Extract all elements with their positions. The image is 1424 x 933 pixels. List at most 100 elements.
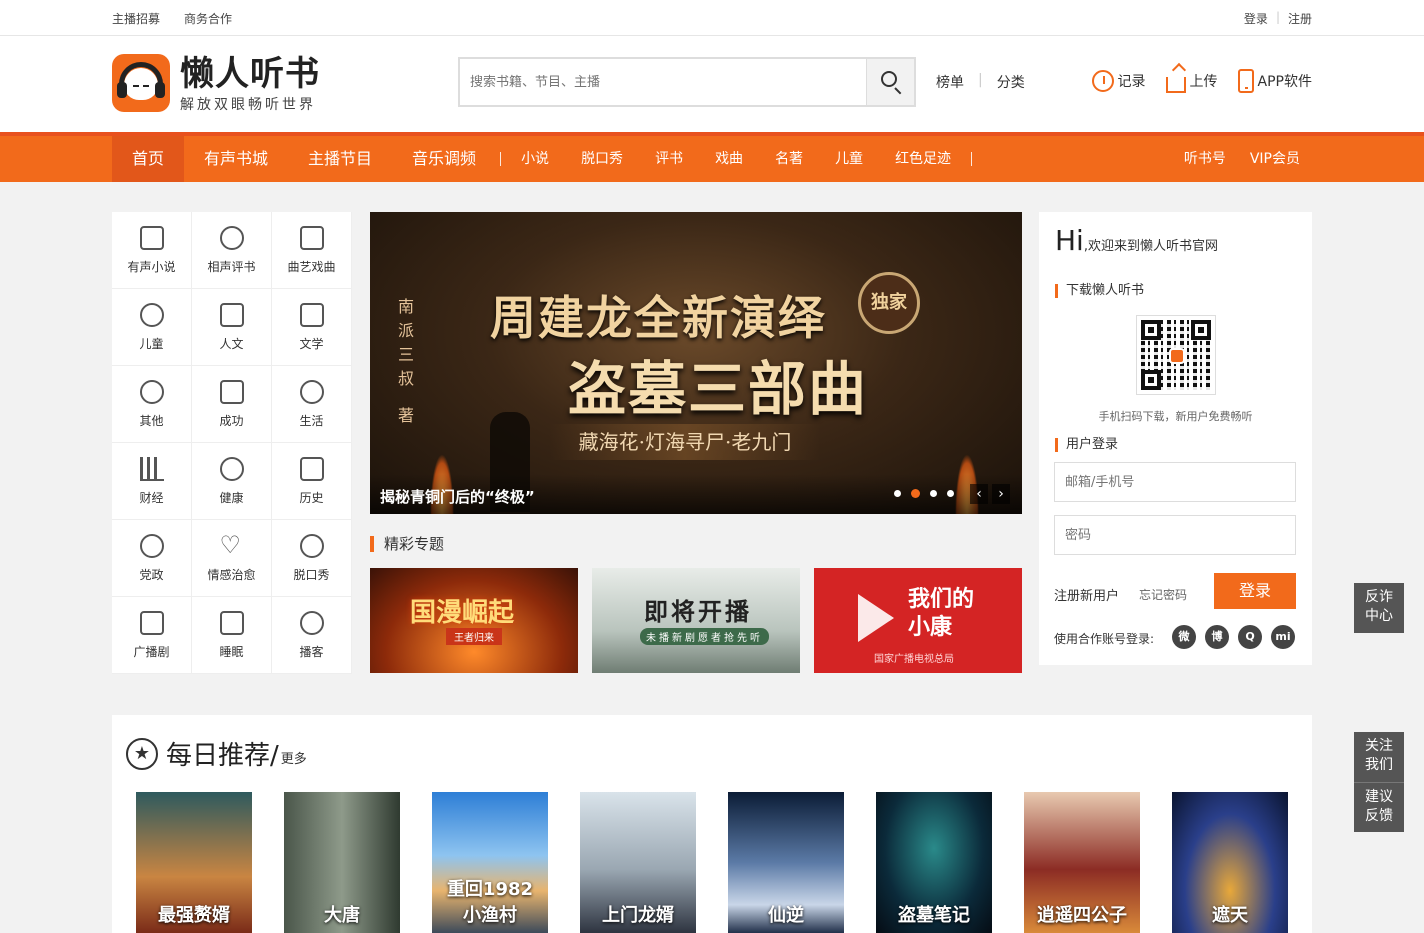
more-link[interactable]: 更多: [281, 748, 307, 767]
nav-home[interactable]: 首页: [112, 136, 185, 182]
topic-card[interactable]: 即将开播 未播新剧愿者抢先听: [592, 568, 800, 673]
banner-author: 南派三叔 著: [395, 298, 414, 432]
nav-anchor-programs[interactable]: 主播节目: [288, 136, 392, 182]
category-item[interactable]: 文学: [272, 289, 352, 366]
bar-chart-icon: [139, 456, 164, 481]
anchor-recruit-link[interactable]: 主播招募: [112, 10, 160, 27]
divider: |: [1275, 10, 1280, 24]
logo-title: 懒人听书: [180, 54, 320, 94]
nav-vip[interactable]: VIP会员: [1238, 136, 1312, 182]
upload-button[interactable]: 上传: [1165, 66, 1218, 96]
nav-novel[interactable]: 小说: [505, 136, 565, 182]
search-input[interactable]: [460, 59, 866, 105]
category-label: 人文: [219, 336, 244, 351]
banner-next-button[interactable]: ›: [992, 484, 1010, 504]
topic-foot: 未播新剧愿者抢先听: [640, 628, 769, 645]
book-cover[interactable]: 仙逆: [728, 792, 844, 933]
category-label: 相声评书: [207, 259, 256, 274]
banner-dot[interactable]: [947, 490, 954, 497]
category-item[interactable]: 成功: [192, 366, 272, 443]
category-item[interactable]: 党政: [112, 520, 192, 597]
book-cover[interactable]: 上门龙婿: [580, 792, 696, 933]
category-item[interactable]: 脱口秀: [272, 520, 352, 597]
book-cover[interactable]: 大唐: [284, 792, 400, 933]
nav-children[interactable]: 儿童: [819, 136, 879, 182]
category-item[interactable]: 播客: [272, 597, 352, 674]
section-title: 每日推荐/: [166, 741, 279, 771]
podcast-icon: [299, 610, 324, 635]
download-title: 下载懒人听书: [1055, 284, 1144, 298]
book-cover[interactable]: 逍遥四公子: [1024, 792, 1140, 933]
top-bar: 主播招募 商务合作 登录 | 注册: [0, 0, 1424, 36]
login-link[interactable]: 登录: [1244, 10, 1268, 27]
category-label: 财经: [139, 490, 164, 505]
login-panel: Hi,欢迎来到懒人听书官网 下载懒人听书 手机扫码下载，新用户免费畅听 用户登录…: [1039, 212, 1312, 665]
register-link[interactable]: 注册新用户: [1054, 585, 1119, 604]
category-item[interactable]: 情感治愈: [192, 520, 272, 597]
cup-icon: [299, 379, 324, 404]
nav-book-id[interactable]: 听书号: [1172, 136, 1238, 182]
nav-opera[interactable]: 戏曲: [699, 136, 759, 182]
book-cover[interactable]: 重回1982小渔村: [432, 792, 548, 933]
greeting: Hi,欢迎来到懒人听书官网: [1055, 224, 1218, 257]
qq-icon[interactable]: Q: [1238, 625, 1262, 649]
record-button[interactable]: 记录: [1091, 66, 1146, 96]
category-item[interactable]: 广播剧: [112, 597, 192, 674]
nav-red-footprint[interactable]: 红色足迹: [879, 136, 967, 182]
banner-dot[interactable]: [894, 490, 901, 497]
banner-dot[interactable]: [930, 490, 937, 497]
search-button[interactable]: [866, 59, 914, 105]
category-item[interactable]: 有声小说: [112, 212, 192, 289]
nav-audiobook-store[interactable]: 有声书城: [184, 136, 288, 182]
business-link[interactable]: 商务合作: [184, 10, 232, 27]
follow-us-button[interactable]: 关注 我们: [1354, 732, 1404, 782]
password-field[interactable]: [1054, 515, 1296, 555]
weibo-icon[interactable]: 博: [1205, 625, 1229, 649]
book-cover[interactable]: 盗墓笔记: [876, 792, 992, 933]
book-title: 仙逆: [768, 905, 804, 926]
rank-link[interactable]: 榜单: [936, 72, 964, 92]
login-button[interactable]: 登录: [1214, 573, 1296, 609]
category-item[interactable]: 睡眠: [192, 597, 272, 674]
feedback-button[interactable]: 建议 反馈: [1354, 782, 1404, 832]
anti-fraud-button[interactable]: 反诈 中心: [1354, 583, 1404, 633]
speaker-icon: [299, 225, 324, 250]
register-link[interactable]: 注册: [1288, 10, 1312, 27]
banner-dot-active[interactable]: [911, 489, 920, 498]
category-label: 党政: [139, 567, 164, 582]
hero-banner[interactable]: 南派三叔 著 周建龙全新演绎 独家 盗墓三部曲 藏海花·灯海寻尸·老九门 揭秘青…: [370, 212, 1022, 514]
topic-card[interactable]: 国漫崛起 王者归来: [370, 568, 578, 673]
xiaomi-icon[interactable]: mi: [1271, 625, 1295, 649]
email-field[interactable]: [1054, 462, 1296, 502]
topic-foot: 国家广播电视总局: [874, 654, 954, 665]
nav-talkshow[interactable]: 脱口秀: [565, 136, 639, 182]
forgot-password-link[interactable]: 忘记密码: [1139, 586, 1187, 603]
category-item[interactable]: 健康: [192, 443, 272, 520]
calendar-icon: [299, 456, 324, 481]
nav-music-fm[interactable]: 音乐调频: [392, 136, 496, 182]
category-link[interactable]: 分类: [997, 72, 1025, 92]
app-download-button[interactable]: APP软件: [1237, 66, 1312, 96]
category-item[interactable]: 其他: [112, 366, 192, 443]
nav-pingshu[interactable]: 评书: [639, 136, 699, 182]
search-box: [458, 57, 916, 107]
banner-prev-button[interactable]: ‹: [970, 484, 988, 504]
banner-line3: 藏海花·灯海寻尸·老九门: [550, 424, 820, 460]
topic-card[interactable]: 我们的小康 国家广播电视总局: [814, 568, 1022, 673]
category-item[interactable]: 相声评书: [192, 212, 272, 289]
party-emblem-icon: [139, 533, 164, 558]
book-title: 最强赘婿: [158, 905, 230, 926]
microphone-icon: [299, 533, 324, 558]
nav-classics[interactable]: 名著: [759, 136, 819, 182]
category-item[interactable]: 儿童: [112, 289, 192, 366]
category-item[interactable]: 人文: [192, 289, 272, 366]
category-item[interactable]: 生活: [272, 366, 352, 443]
radio-icon: [139, 610, 164, 635]
book-cover[interactable]: 遮天: [1172, 792, 1288, 933]
category-item[interactable]: 曲艺戏曲: [272, 212, 352, 289]
category-item[interactable]: 财经: [112, 443, 192, 520]
site-logo[interactable]: 懒人听书 解放双眼畅听世界: [112, 54, 332, 114]
book-cover[interactable]: 最强赘婿: [136, 792, 252, 933]
wechat-icon[interactable]: 微: [1172, 625, 1196, 649]
category-item[interactable]: 历史: [272, 443, 352, 520]
